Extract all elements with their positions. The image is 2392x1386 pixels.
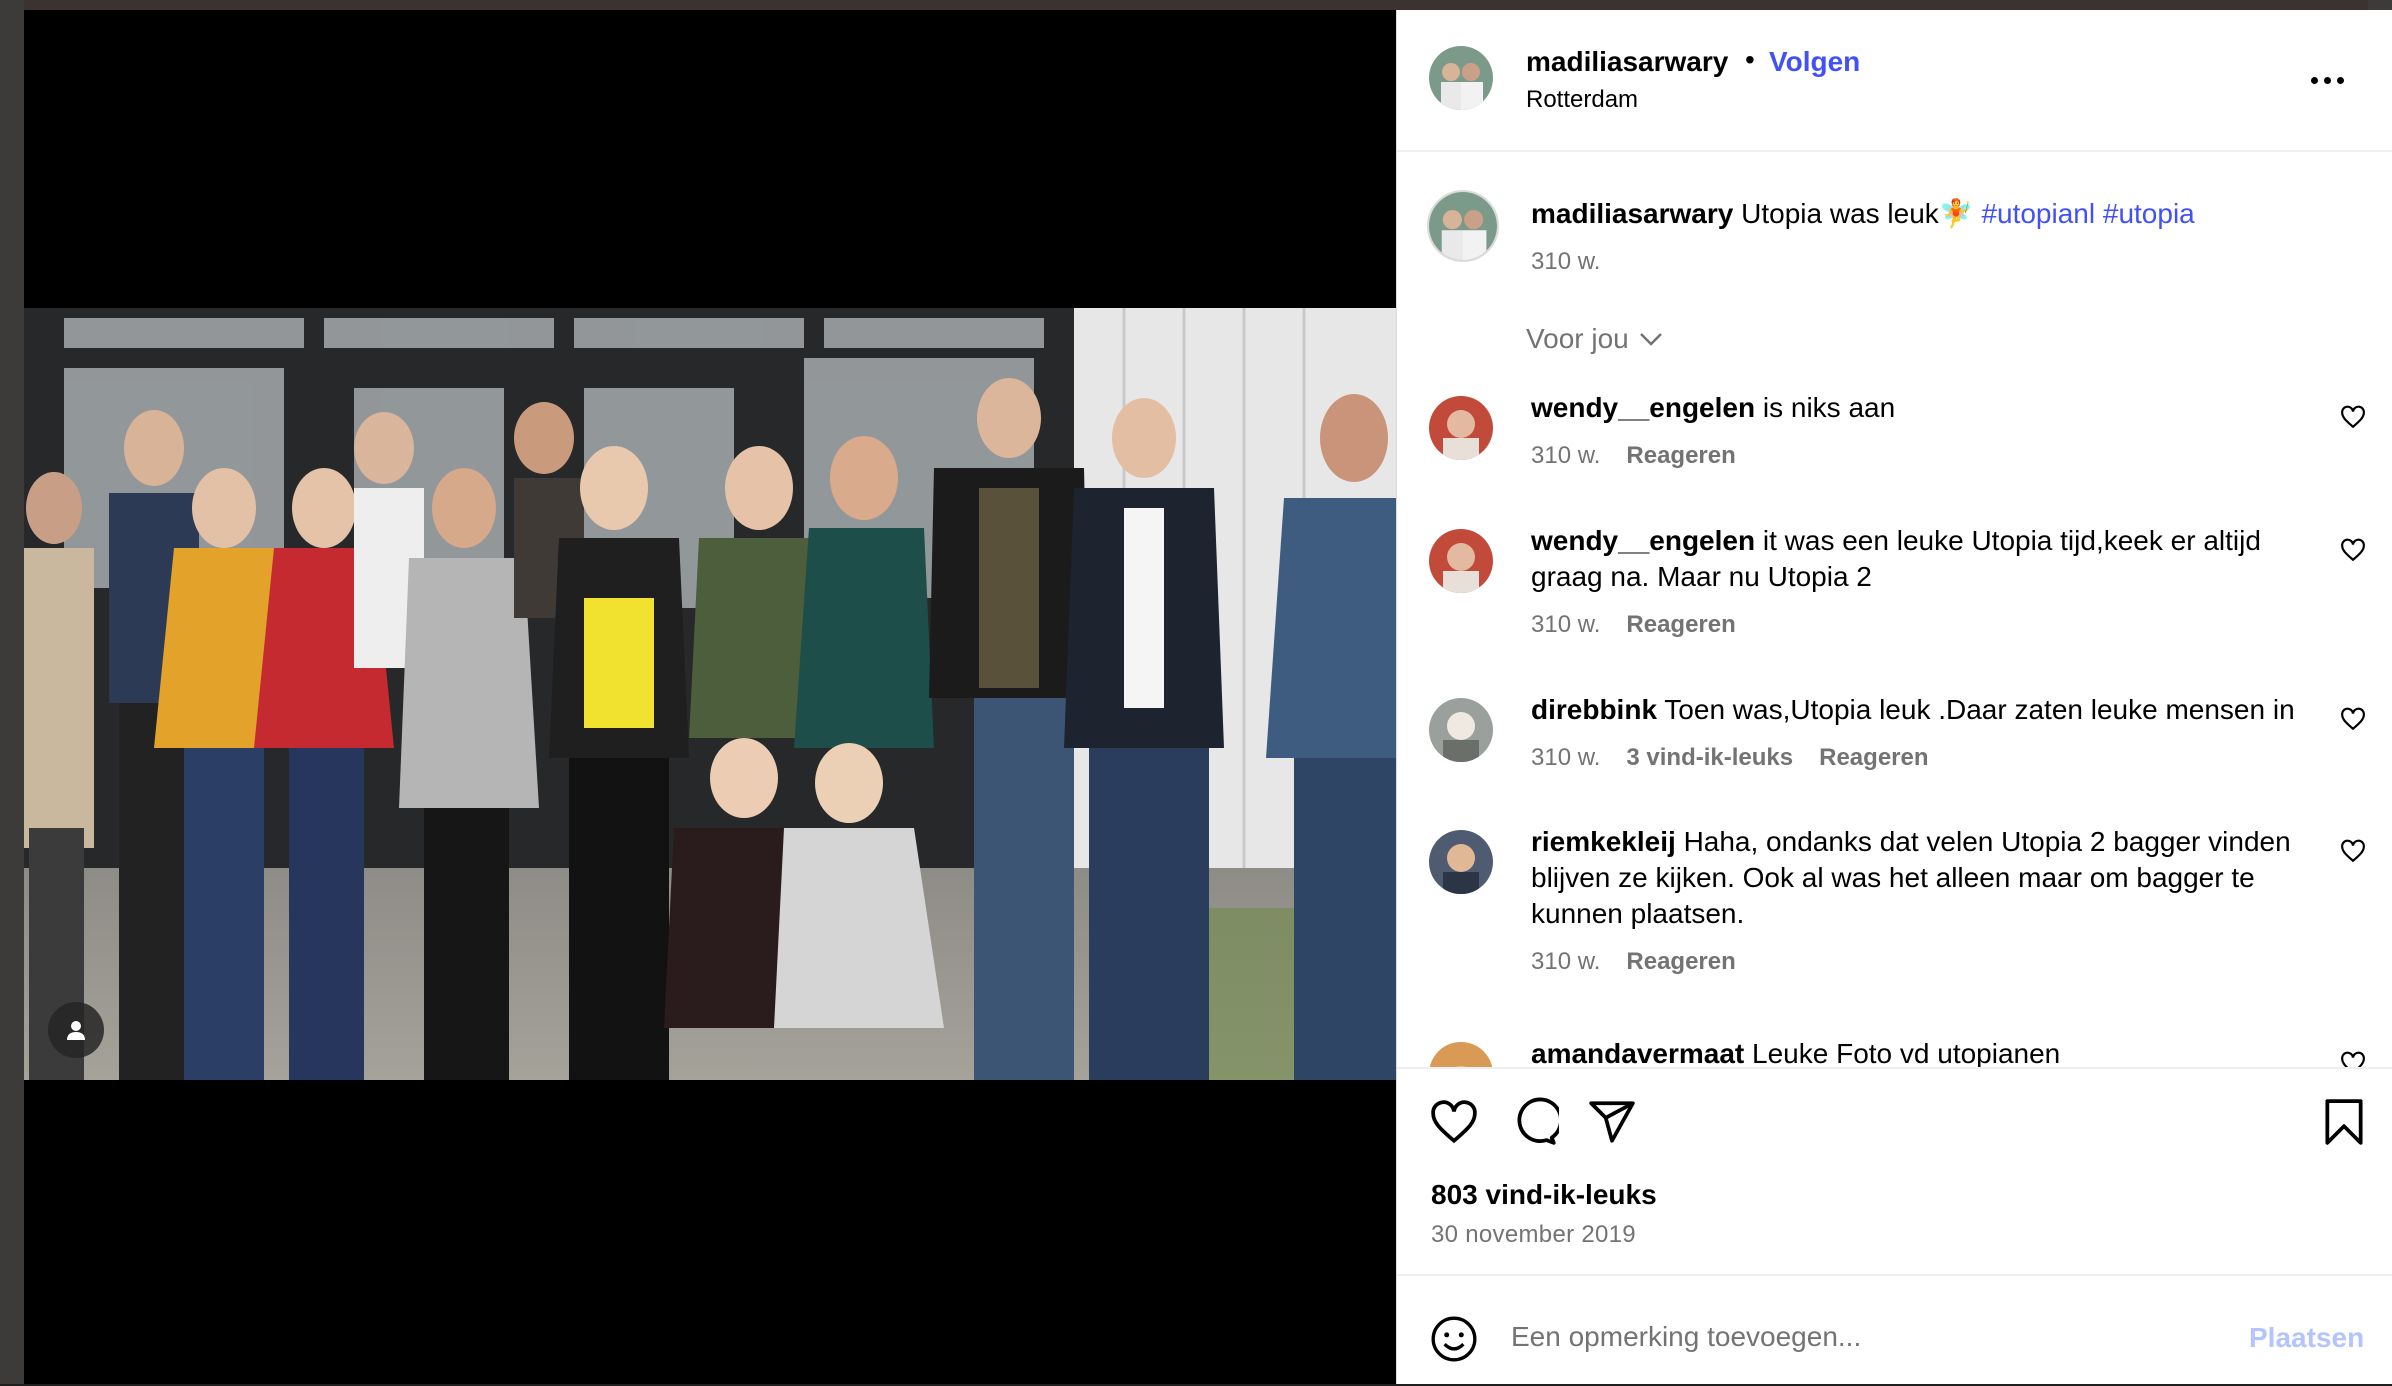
comment-like-count[interactable]: 3 vind-ik-leuks	[1626, 744, 1793, 772]
caption-timestamp[interactable]: 310 w.	[1531, 248, 1600, 276]
post-date[interactable]: 30 november 2019	[1431, 1221, 1636, 1249]
post-detail-panel: madiliasarwary • Volgen Rotterdam madili…	[1396, 10, 2392, 1384]
comment-meta: 310 w. 3 vind-ik-leuks Reageren	[1531, 744, 1929, 772]
comment-timestamp[interactable]: 310 w.	[1531, 442, 1600, 470]
comment-username[interactable]: amandavermaat	[1531, 1038, 1744, 1067]
tagged-users-button[interactable]	[48, 1002, 104, 1058]
avatar[interactable]	[1429, 396, 1493, 460]
heart-icon[interactable]	[1429, 1097, 1479, 1147]
reply-button[interactable]: Reageren	[1819, 744, 1928, 772]
comment-like-heart-icon[interactable]	[2340, 537, 2366, 563]
more-options-button[interactable]	[2311, 66, 2351, 94]
comment-sort-label: Voor jou	[1526, 323, 1629, 354]
fairy-emoji: 🧚	[1938, 198, 1974, 229]
backdrop-grid-strip	[0, 0, 2392, 10]
caption-avatar[interactable]	[1427, 190, 1499, 262]
avatar[interactable]	[1429, 698, 1493, 762]
caption-username[interactable]: madiliasarwary	[1531, 198, 1733, 229]
smiley-icon[interactable]	[1429, 1314, 1479, 1364]
comments-list[interactable]: madiliasarwary Utopia was leuk🧚 #utopian…	[1397, 152, 2392, 1067]
post-location[interactable]: Rotterdam	[1526, 86, 1638, 114]
comment-text: wendy__engelen is niks aan	[1531, 392, 1896, 423]
share-icon[interactable]	[1587, 1097, 1637, 1147]
comment-meta: 310 w. Reageren	[1531, 611, 1736, 639]
hashtag-utopia[interactable]: #utopia	[2103, 198, 2195, 229]
comment-text: amandavermaat Leuke Foto vd utopianen	[1531, 1038, 2061, 1067]
comment-text: wendy__engelen it was een leuke Utopia t…	[1531, 525, 2261, 592]
comment-timestamp[interactable]: 310 w.	[1531, 744, 1600, 772]
comment-sort-dropdown[interactable]: Voor jou	[1526, 323, 1663, 355]
comment-username[interactable]: direbbink	[1531, 694, 1657, 725]
avatar[interactable]	[1429, 830, 1493, 894]
comment-timestamp[interactable]: 310 w.	[1531, 611, 1600, 639]
avatar[interactable]	[1429, 1042, 1493, 1067]
comment-like-heart-icon[interactable]	[2340, 706, 2366, 732]
follow-button[interactable]: Volgen	[1769, 46, 1860, 78]
avatar[interactable]	[1429, 46, 1493, 110]
comment-meta: 310 w. Reageren	[1531, 948, 1736, 976]
like-count[interactable]: 803 vind-ik-leuks	[1431, 1179, 1657, 1211]
comment-like-heart-icon[interactable]	[2340, 404, 2366, 430]
more-horizontal-icon	[2311, 76, 2318, 84]
comment-input[interactable]	[1509, 1312, 2133, 1362]
post-header: madiliasarwary • Volgen Rotterdam	[1397, 10, 2392, 152]
bookmark-icon[interactable]	[2319, 1097, 2369, 1147]
post-comment-button[interactable]: Plaatsen	[2249, 1322, 2364, 1354]
chevron-down-icon	[1639, 333, 1662, 346]
comment-meta: 310 w. Reageren	[1531, 442, 1736, 470]
comment-timestamp[interactable]: 310 w.	[1531, 948, 1600, 976]
comment-username[interactable]: wendy__engelen	[1531, 525, 1755, 556]
post-actions: 803 vind-ik-leuks 30 november 2019	[1397, 1067, 2392, 1264]
reply-button[interactable]: Reageren	[1626, 948, 1735, 976]
comment-username[interactable]: riemkekleij	[1531, 826, 1676, 857]
post-media	[24, 10, 1396, 1384]
comment-username[interactable]: wendy__engelen	[1531, 392, 1755, 423]
separator-dot: •	[1745, 44, 1755, 75]
post-caption: madiliasarwary Utopia was leuk🧚 #utopian…	[1531, 196, 2351, 232]
group-photo	[24, 308, 1396, 1080]
post-owner-username[interactable]: madiliasarwary	[1526, 46, 1728, 78]
comment-text: riemkekleij Haha, ondanks dat velen Utop…	[1531, 826, 2291, 929]
add-comment-bar: Plaatsen	[1397, 1274, 2392, 1386]
comment-icon[interactable]	[1509, 1097, 1559, 1147]
comment-like-heart-icon[interactable]	[2340, 838, 2366, 864]
caption-text: Utopia was leuk	[1741, 198, 1939, 229]
comment-text: direbbink Toen was,Utopia leuk .Daar zat…	[1531, 694, 2295, 725]
backdrop-left	[0, 0, 24, 1384]
reply-button[interactable]: Reageren	[1626, 611, 1735, 639]
reply-button[interactable]: Reageren	[1626, 442, 1735, 470]
user-icon	[67, 1021, 85, 1040]
comment-like-heart-icon[interactable]	[2340, 1050, 2366, 1067]
hashtag-utopianl[interactable]: #utopianl	[1981, 198, 2095, 229]
avatar[interactable]	[1429, 529, 1493, 593]
